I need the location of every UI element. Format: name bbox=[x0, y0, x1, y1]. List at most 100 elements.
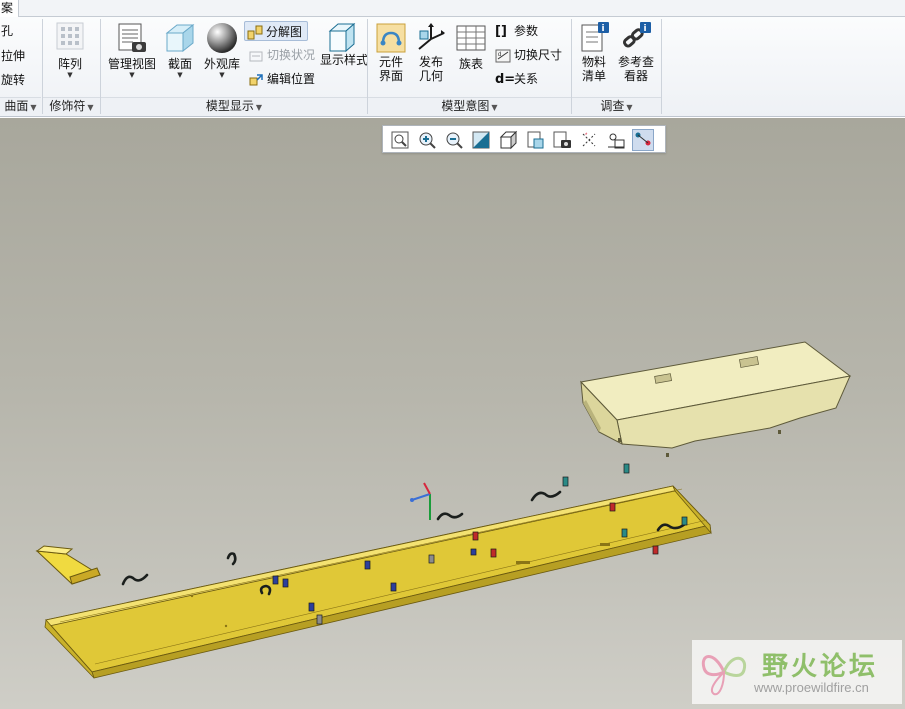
chevron-down-icon: ▼ bbox=[177, 71, 183, 79]
component-interface-icon bbox=[376, 23, 406, 53]
family-table-icon bbox=[456, 25, 486, 51]
ribbon-tab-bar: 案 bbox=[0, 0, 905, 17]
reference-viewer-label-2: 看器 bbox=[623, 69, 648, 83]
toggle-status-label: 切换状况 bbox=[267, 48, 316, 62]
forum-watermark: 野火论坛 www.proewildfire.cn bbox=[692, 640, 902, 704]
zoom-out-icon[interactable] bbox=[443, 129, 465, 151]
chevron-down-icon: ▼ bbox=[129, 71, 135, 79]
explode-view-button[interactable]: 分解图 bbox=[244, 21, 308, 41]
display-style-cube-icon bbox=[328, 22, 356, 53]
switch-dimensions-icon: d bbox=[495, 49, 511, 62]
pattern-button[interactable]: 阵列 ▼ bbox=[50, 21, 90, 79]
component-interface-label-2: 界面 bbox=[378, 69, 403, 83]
zoom-in-icon[interactable] bbox=[416, 129, 438, 151]
base-channel-part[interactable] bbox=[44, 485, 712, 679]
chevron-down-icon: ▼ bbox=[67, 71, 73, 79]
edit-position-label: 编辑位置 bbox=[267, 72, 316, 86]
datum-display-icon[interactable]: * bbox=[578, 129, 600, 151]
family-table-button[interactable]: 族表 bbox=[454, 21, 488, 71]
toggle-status-button[interactable]: 切换状况 bbox=[246, 45, 315, 65]
chevron-down-icon: ▼ bbox=[255, 103, 263, 112]
appearance-gallery-button[interactable]: 外观库 ▼ bbox=[200, 21, 244, 79]
chevron-down-icon: ▼ bbox=[30, 103, 37, 112]
bom-button[interactable]: i 物料 清单 bbox=[576, 21, 612, 83]
section-label: 截面 bbox=[167, 57, 192, 71]
svg-text:i: i bbox=[602, 24, 605, 34]
end-bracket-part[interactable] bbox=[35, 545, 102, 585]
component-interface-label-1: 元件 bbox=[378, 55, 403, 69]
edit-position-button[interactable]: 编辑位置 bbox=[246, 69, 315, 89]
bom-label-1: 物料 bbox=[581, 55, 606, 69]
svg-text:d: d bbox=[498, 52, 501, 58]
group-divider bbox=[661, 19, 662, 114]
toggle-status-icon bbox=[249, 51, 263, 61]
ribbon: 孔 拉伸 旋转 曲面 ▼ 阵列 ▼ 修饰符 ▼ 管理视图 ▼ 截面 ▼ 外观库 … bbox=[0, 17, 905, 117]
view-manager-icon[interactable] bbox=[551, 129, 573, 151]
spin-center-icon[interactable] bbox=[605, 129, 627, 151]
edit-position-icon bbox=[249, 73, 263, 85]
section-icon bbox=[165, 23, 195, 53]
refit-icon[interactable] bbox=[389, 129, 411, 151]
chevron-down-icon: ▼ bbox=[626, 103, 633, 112]
display-style-button[interactable]: 显示样式 bbox=[320, 21, 369, 67]
section-button[interactable]: 截面 ▼ bbox=[163, 21, 197, 79]
extrude-button[interactable]: 拉伸 bbox=[0, 46, 25, 66]
publish-geometry-icon bbox=[418, 23, 445, 50]
reference-viewer-label-1: 参考查 bbox=[617, 55, 654, 69]
manage-views-button[interactable]: 管理视图 ▼ bbox=[104, 21, 160, 79]
repaint-icon[interactable] bbox=[470, 129, 492, 151]
group-label-model-display[interactable]: 模型显示 ▼ bbox=[101, 97, 367, 114]
parameters-button[interactable]: [] 参数 bbox=[493, 21, 538, 41]
manage-views-label: 管理视图 bbox=[107, 57, 156, 71]
group-label-surface[interactable]: 曲面 ▼ bbox=[0, 97, 41, 114]
switch-dimensions-button[interactable]: d 切换尺寸 bbox=[493, 45, 562, 65]
explode-view-icon bbox=[247, 25, 263, 39]
appearance-sphere-icon bbox=[207, 23, 237, 53]
chevron-down-icon: ▼ bbox=[219, 71, 225, 79]
appearance-gallery-label: 外观库 bbox=[203, 57, 240, 71]
reference-viewer-icon: i bbox=[622, 22, 651, 48]
parameters-label: 参数 bbox=[514, 24, 539, 38]
chevron-down-icon: ▼ bbox=[491, 103, 498, 112]
watermark-url: www.proewildfire.cn bbox=[754, 680, 869, 695]
manage-views-icon bbox=[118, 23, 146, 52]
relations-button[interactable]: d=关系 bbox=[493, 69, 538, 89]
revolve-button[interactable]: 旋转 bbox=[0, 70, 25, 90]
top-cover-part[interactable] bbox=[579, 341, 852, 457]
group-label-model-intent[interactable]: 模型意图 ▼ bbox=[368, 97, 571, 114]
revolve-label: 旋转 bbox=[1, 73, 26, 87]
publish-geometry-button[interactable]: 发布 几何 bbox=[412, 21, 450, 83]
pattern-label: 阵列 bbox=[57, 57, 82, 71]
tab-active[interactable]: 案 bbox=[0, 0, 20, 17]
hole-label: 孔 bbox=[1, 24, 14, 38]
display-style-label: 显示样式 bbox=[320, 53, 369, 67]
reference-viewer-button[interactable]: i 参考查 看器 bbox=[614, 21, 658, 83]
svg-text:*: * bbox=[585, 133, 588, 139]
bom-label-2: 清单 bbox=[581, 69, 606, 83]
group-label-modifiers[interactable]: 修饰符 ▼ bbox=[43, 97, 100, 114]
family-table-label: 族表 bbox=[458, 57, 483, 71]
watermark-title: 野火论坛 bbox=[762, 652, 879, 682]
switch-dimensions-label: 切换尺寸 bbox=[514, 48, 563, 62]
assembly-model-scene[interactable] bbox=[0, 118, 905, 709]
relations-icon: d= bbox=[495, 71, 516, 87]
graphics-view-toolbar: * bbox=[382, 125, 666, 153]
app-window: 案 孔 拉伸 旋转 曲面 ▼ 阵列 ▼ 修饰符 ▼ 管理视图 ▼ 截面 ▼ 外观… bbox=[0, 0, 905, 709]
publish-geometry-label-1: 发布 bbox=[418, 55, 443, 69]
publish-geometry-label-2: 几何 bbox=[418, 69, 443, 83]
extrude-label: 拉伸 bbox=[1, 49, 26, 63]
group-label-investigate[interactable]: 调查 ▼ bbox=[572, 97, 661, 114]
display-style-icon[interactable] bbox=[497, 129, 519, 151]
graphics-viewport[interactable]: * 野火论坛 www.proewildfire.cn bbox=[0, 118, 905, 709]
explode-view-label: 分解图 bbox=[266, 25, 303, 39]
butterfly-logo-icon bbox=[701, 655, 747, 696]
annotation-display-icon[interactable] bbox=[632, 129, 654, 151]
hole-button[interactable]: 孔 bbox=[0, 21, 13, 41]
svg-text:i: i bbox=[644, 24, 647, 34]
saved-orientations-icon[interactable] bbox=[524, 129, 546, 151]
coordinate-system-icon[interactable] bbox=[410, 482, 431, 520]
component-interface-button[interactable]: 元件 界面 bbox=[372, 21, 410, 83]
parameters-icon: [] bbox=[495, 23, 507, 39]
relations-label: 关系 bbox=[514, 72, 539, 86]
pattern-icon bbox=[56, 22, 84, 50]
